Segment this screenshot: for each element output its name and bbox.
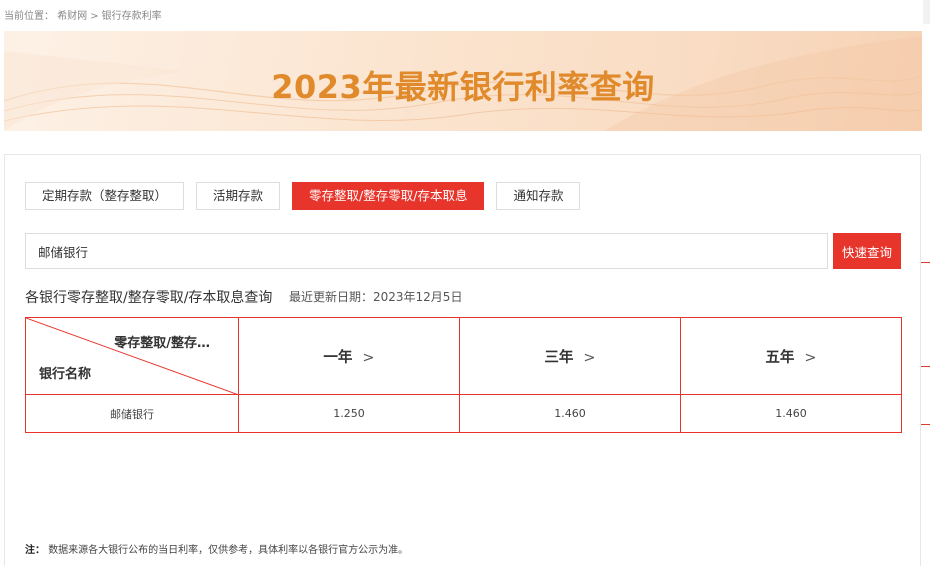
- breadcrumb-prefix: 当前位置：: [4, 11, 54, 22]
- corner-deposit-type-label: 零存整取/整存…: [114, 336, 210, 351]
- column-header-three-year[interactable]: 三年 >: [459, 317, 681, 395]
- column-header-label: 三年: [544, 349, 574, 366]
- page-title: 2023年最新银行利率查询: [271, 68, 655, 106]
- page-banner: 2023年最新银行利率查询: [4, 31, 922, 131]
- breadcrumb-current[interactable]: 银行存款利率: [102, 11, 162, 22]
- breadcrumb: 当前位置： 希财网 > 银行存款利率: [4, 7, 162, 22]
- note-label: 注：: [25, 545, 45, 556]
- chevron-right-icon: >: [804, 349, 817, 366]
- edge-marker: [921, 262, 930, 263]
- page-edge-strip: [923, 0, 930, 24]
- edge-marker: [921, 424, 930, 425]
- column-header-five-year[interactable]: 五年 >: [680, 317, 902, 395]
- rate-table: 零存整取/整存… 银行名称 一年 > 三年 > 五年 > 邮储银行 1.250 1.4…: [25, 317, 902, 433]
- breadcrumb-home-link[interactable]: 希财网: [57, 11, 87, 22]
- chevron-right-icon: >: [362, 349, 375, 366]
- tab-fixed-deposit[interactable]: 定期存款（整存整取）: [25, 182, 185, 210]
- rate-cell-three-year: 1.460: [459, 394, 681, 433]
- breadcrumb-separator: >: [90, 11, 99, 22]
- quick-search-button[interactable]: 快速查询: [833, 233, 901, 269]
- table-header-row: 零存整取/整存… 银行名称 一年 > 三年 > 五年 >: [25, 317, 902, 395]
- tab-installment-deposit[interactable]: 零存整取/整存零取/存本取息: [292, 182, 485, 210]
- column-header-one-year[interactable]: 一年 >: [238, 317, 460, 395]
- rate-cell-one-year: 1.250: [238, 394, 460, 433]
- note-text: 数据来源各大银行公布的当日利率，仅供参考，具体利率以各银行官方公示为准。: [48, 545, 409, 556]
- rate-cell-five-year: 1.460: [680, 394, 902, 433]
- table-row: 邮储银行 1.250 1.460 1.460: [25, 394, 902, 433]
- tab-notice-deposit[interactable]: 通知存款: [496, 182, 581, 210]
- corner-diagonal-line: [26, 318, 239, 395]
- chevron-right-icon: >: [583, 349, 596, 366]
- deposit-type-tabs: 定期存款（整存整取） 活期存款 零存整取/整存零取/存本取息 通知存款: [25, 182, 592, 210]
- tab-demand-deposit[interactable]: 活期存款: [196, 182, 281, 210]
- rate-query-panel: 定期存款（整存整取） 活期存款 零存整取/整存零取/存本取息 通知存款 快速查询…: [4, 154, 921, 566]
- column-header-label: 一年: [323, 349, 353, 366]
- corner-bank-name-label: 银行名称: [39, 367, 92, 382]
- edge-marker: [921, 366, 930, 367]
- disclaimer-note: 注： 数据来源各大银行公布的当日利率，仅供参考，具体利率以各银行官方公示为准。: [25, 541, 408, 556]
- table-corner-cell: 零存整取/整存… 银行名称: [25, 317, 239, 395]
- bank-name-cell: 邮储银行: [25, 394, 239, 433]
- bank-search-input[interactable]: [25, 233, 828, 269]
- column-header-label: 五年: [765, 349, 795, 366]
- section-title: 各银行零存整取/整存零取/存本取息查询: [25, 290, 273, 306]
- last-updated-date: 最近更新日期：2023年12月5日: [289, 290, 463, 304]
